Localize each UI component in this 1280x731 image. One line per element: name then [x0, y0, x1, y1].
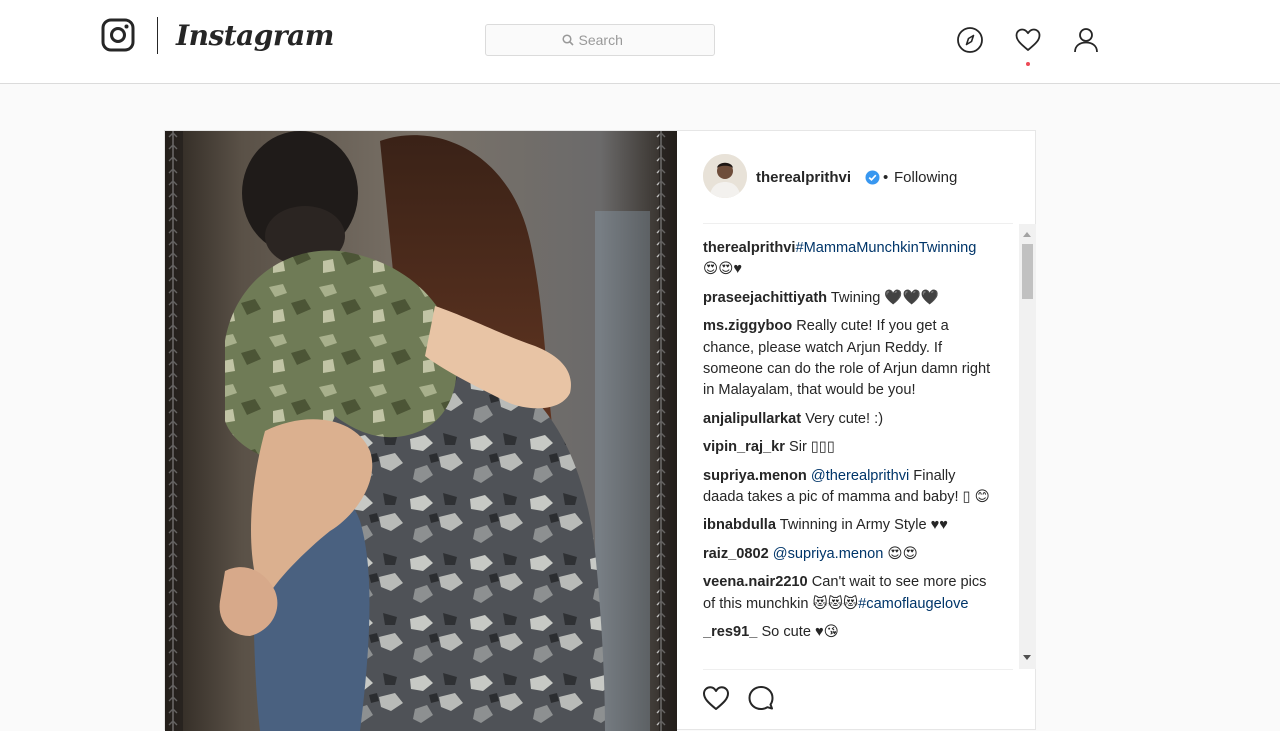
comment-username[interactable]: supriya.menon — [703, 468, 807, 484]
heart-icon[interactable] — [1014, 26, 1042, 54]
comment-text: Twining 🖤🖤🖤 — [827, 289, 939, 306]
comment-item: raiz_0802 @supriya.menon 😍😍 — [703, 544, 995, 565]
comment-text: Sir ▯▯▯ — [784, 439, 835, 456]
comment-item: ms.ziggyboo Really cute! If you get a ch… — [703, 316, 995, 402]
post-photo-illustration — [165, 131, 677, 731]
post-side-panel: therealprithvi • Following therealprithv… — [678, 131, 1036, 731]
comment-item: supriya.menon @therealprithvi Finally da… — [703, 466, 995, 509]
comment-link[interactable]: #MammaMunchkinTwinning — [795, 240, 976, 256]
comment-username[interactable]: anjalipullarkat — [703, 411, 801, 427]
top-navigation-bar: Instagram — [0, 0, 1280, 84]
like-heart-icon[interactable] — [702, 684, 730, 712]
compass-icon[interactable] — [956, 26, 984, 54]
header-divider — [703, 223, 1013, 224]
comment-suffix: 😍😍♥ — [703, 261, 743, 278]
comments-scrollbar[interactable] — [1019, 224, 1036, 669]
scroll-down-arrow-icon[interactable] — [1023, 655, 1031, 660]
post-header: therealprithvi • Following — [678, 131, 1036, 223]
comment-username[interactable]: ibnabdulla — [703, 517, 776, 533]
comment-username[interactable]: _res91_ — [703, 624, 757, 640]
author-username[interactable]: therealprithvi — [756, 169, 851, 186]
comment-suffix: 😍😍 — [883, 545, 918, 562]
comment-username[interactable]: veena.nair2210 — [703, 574, 808, 590]
comment-username[interactable]: raiz_0802 — [703, 546, 769, 562]
comment-username[interactable]: therealprithvi — [703, 240, 795, 256]
comment-item: ibnabdulla Twinning in Army Style ♥♥ — [703, 515, 995, 536]
comment-item: veena.nair2210 Can't wait to see more pi… — [703, 572, 995, 615]
comment-text: Twinning in Army Style ♥♥ — [775, 517, 948, 534]
comment-item: anjalipullarkat Very cute! :) — [703, 409, 995, 430]
comment-item: praseejachittiyath Twining 🖤🖤🖤 — [703, 288, 995, 309]
comment-item: vipin_raj_kr Sir ▯▯▯ — [703, 437, 995, 458]
search-input[interactable] — [578, 32, 639, 48]
comment-item: therealprithvi#MammaMunchkinTwinning 😍😍♥ — [703, 238, 995, 281]
author-avatar[interactable] — [703, 154, 747, 198]
follow-status-button[interactable]: Following — [894, 169, 957, 186]
comment-link[interactable]: @therealprithvi — [811, 468, 909, 484]
logo-divider — [157, 17, 158, 54]
comment-username[interactable]: praseejachittiyath — [703, 290, 827, 306]
comment-bubble-icon[interactable] — [747, 684, 775, 712]
post-card: therealprithvi • Following therealprithv… — [164, 130, 1036, 731]
post-photo[interactable] — [165, 131, 677, 731]
search-icon — [561, 34, 574, 46]
comment-text: Very cute! :) — [801, 410, 884, 427]
actions-divider — [703, 669, 1013, 670]
comment-link[interactable]: #camoflaugelove — [858, 596, 968, 612]
comments-list[interactable]: therealprithvi#MammaMunchkinTwinning 😍😍♥… — [703, 238, 995, 668]
scrollbar-thumb[interactable] — [1022, 244, 1033, 299]
header-separator: • — [883, 169, 889, 186]
profile-icon[interactable] — [1072, 26, 1100, 54]
instagram-glyph-icon[interactable] — [101, 18, 135, 52]
comment-item: _res91_ So cute ♥😘 — [703, 622, 995, 643]
comment-username[interactable]: vipin_raj_kr — [703, 439, 785, 455]
search-box[interactable] — [485, 24, 715, 56]
comment-link[interactable]: @supriya.menon — [773, 546, 884, 562]
verified-badge-icon — [865, 170, 880, 185]
instagram-wordmark[interactable]: Instagram — [176, 14, 334, 58]
notification-dot — [1026, 62, 1030, 66]
comment-username[interactable]: ms.ziggyboo — [703, 318, 792, 334]
comment-text: So cute ♥😘 — [757, 624, 839, 641]
scroll-up-arrow-icon[interactable] — [1023, 232, 1031, 237]
